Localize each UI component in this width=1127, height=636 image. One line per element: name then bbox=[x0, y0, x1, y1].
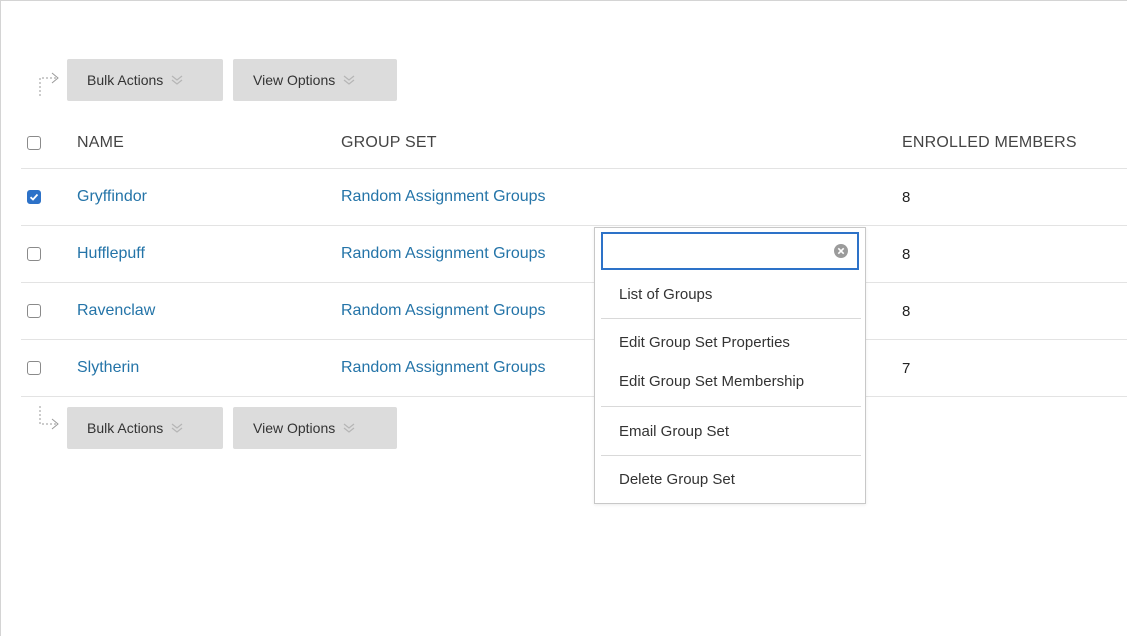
column-header-group-set[interactable]: GROUP SET bbox=[341, 134, 437, 152]
bracket-arrow-icon bbox=[31, 406, 67, 450]
row-checkbox[interactable] bbox=[27, 190, 41, 204]
group-set-dropdown-menu: List of Groups Edit Group Set Properties… bbox=[594, 227, 866, 504]
enrolled-count: 8 bbox=[902, 188, 911, 206]
group-set-link[interactable]: Random Assignment Groups bbox=[341, 302, 546, 320]
bulk-actions-label: Bulk Actions bbox=[87, 420, 164, 436]
row-checkbox[interactable] bbox=[27, 361, 41, 375]
menu-search-input[interactable] bbox=[609, 234, 833, 268]
table-row: Ravenclaw Random Assignment Groups 8 bbox=[21, 283, 1127, 340]
menu-item-email-group-set[interactable]: Email Group Set bbox=[619, 423, 729, 440]
view-options-label: View Options bbox=[253, 420, 336, 436]
bulk-actions-button[interactable]: Bulk Actions bbox=[67, 59, 223, 101]
menu-divider bbox=[601, 455, 861, 456]
menu-divider bbox=[601, 318, 861, 319]
groups-table: NAME GROUP SET ENROLLED MEMBERS Gryffind… bbox=[21, 117, 1127, 397]
group-name-link[interactable]: Hufflepuff bbox=[77, 245, 145, 263]
menu-divider bbox=[601, 406, 861, 407]
group-set-link[interactable]: Random Assignment Groups bbox=[341, 245, 546, 263]
enrolled-count: 8 bbox=[902, 245, 911, 263]
clear-circle-x-icon[interactable] bbox=[833, 243, 849, 259]
group-name-link[interactable]: Gryffindor bbox=[77, 188, 147, 206]
bulk-actions-button[interactable]: Bulk Actions bbox=[67, 407, 223, 449]
column-header-enrolled-members[interactable]: ENROLLED MEMBERS bbox=[902, 134, 1077, 152]
double-chevron-down-icon bbox=[171, 74, 183, 86]
table-header-row: NAME GROUP SET ENROLLED MEMBERS bbox=[21, 117, 1127, 169]
menu-item-list-of-groups[interactable]: List of Groups bbox=[619, 286, 712, 303]
page-frame: Bulk Actions View Options NAME GROUP SET… bbox=[0, 0, 1127, 636]
enrolled-count: 8 bbox=[902, 302, 911, 320]
view-options-button[interactable]: View Options bbox=[233, 59, 397, 101]
bulk-actions-label: Bulk Actions bbox=[87, 72, 164, 88]
checkmark-icon bbox=[29, 193, 39, 201]
menu-item-edit-group-set-properties[interactable]: Edit Group Set Properties bbox=[619, 334, 790, 351]
group-name-link[interactable]: Slytherin bbox=[77, 359, 139, 377]
double-chevron-down-icon bbox=[343, 422, 355, 434]
table-row: Gryffindor Random Assignment Groups 8 bbox=[21, 169, 1127, 226]
view-options-label: View Options bbox=[253, 72, 336, 88]
enrolled-count: 7 bbox=[902, 359, 911, 377]
table-row: Slytherin Random Assignment Groups 7 bbox=[21, 340, 1127, 397]
select-all-checkbox[interactable] bbox=[27, 135, 41, 150]
row-checkbox[interactable] bbox=[27, 247, 41, 261]
double-chevron-down-icon bbox=[343, 74, 355, 86]
double-chevron-down-icon bbox=[171, 422, 183, 434]
view-options-button[interactable]: View Options bbox=[233, 407, 397, 449]
column-header-name[interactable]: NAME bbox=[77, 134, 124, 152]
group-name-link[interactable]: Ravenclaw bbox=[77, 302, 155, 320]
bracket-arrow-icon bbox=[31, 58, 67, 102]
menu-item-edit-group-set-membership[interactable]: Edit Group Set Membership bbox=[619, 373, 804, 390]
menu-search-field[interactable] bbox=[601, 232, 859, 270]
table-row: Hufflepuff Random Assignment Groups 8 bbox=[21, 226, 1127, 283]
menu-item-delete-group-set[interactable]: Delete Group Set bbox=[619, 471, 735, 488]
group-set-link[interactable]: Random Assignment Groups bbox=[341, 359, 546, 377]
group-set-link[interactable]: Random Assignment Groups bbox=[341, 188, 546, 206]
row-checkbox[interactable] bbox=[27, 304, 41, 318]
top-action-bar: Bulk Actions View Options bbox=[31, 58, 407, 102]
bottom-action-bar: Bulk Actions View Options bbox=[31, 406, 407, 450]
